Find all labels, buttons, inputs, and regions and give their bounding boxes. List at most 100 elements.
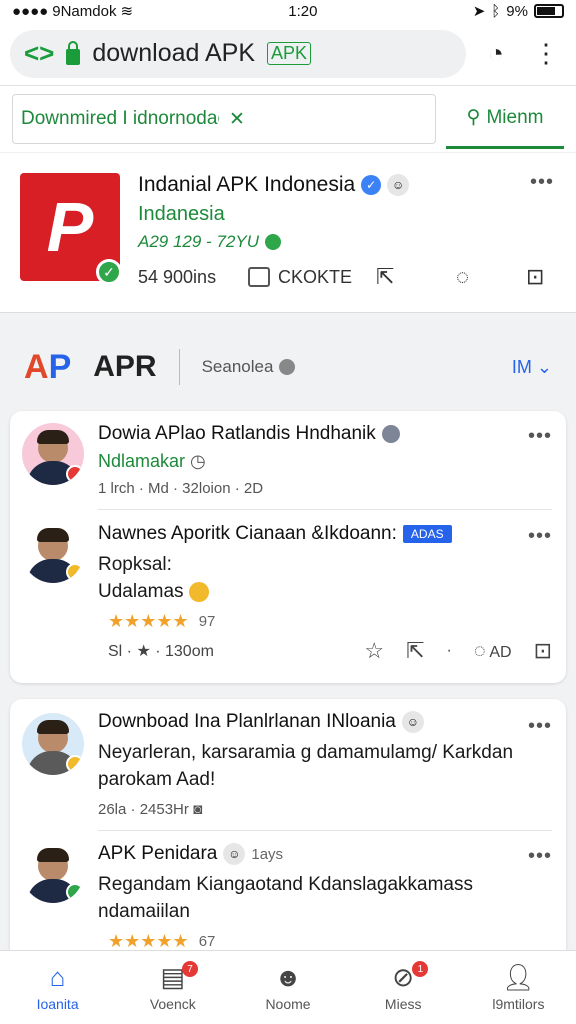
post-time: 1ays — [251, 845, 284, 863]
comment-count: AD — [489, 643, 512, 661]
post-title[interactable]: Nawnes Aporitk Cianaan &Ikdoann: — [98, 523, 397, 545]
post-title[interactable]: Dowia APlao Ratlandis Hndhanik — [98, 423, 376, 445]
app-card[interactable]: P ✓ ••• Indanial APK Indonesia ✓ ☺ Indan… — [0, 153, 576, 313]
nav-profile[interactable]: ☻ Noome — [230, 951, 345, 1024]
rating-value: 67 — [198, 933, 216, 950]
post-meta: Sl · ★ · 130om — [108, 643, 214, 660]
dot-icon: · — [446, 642, 452, 659]
search-icon: ⚲ — [466, 107, 481, 128]
save-icon[interactable]: ⊡ — [526, 264, 544, 290]
emoji-icon: ☺ — [223, 843, 246, 865]
carrier-label: 9Namdok — [52, 2, 117, 20]
tab-search[interactable]: ⚲ Mienm — [446, 89, 564, 149]
chat-icon[interactable]: ◌ AD — [474, 640, 512, 663]
tab-search-label: Mienm — [486, 106, 544, 128]
chat-icon: ◙ — [193, 801, 203, 818]
url-bar[interactable]: <> download APK APK — [10, 29, 466, 78]
post-title[interactable]: APK Penidara — [98, 843, 217, 865]
post-subtitle: Ndlamakar — [98, 451, 186, 471]
user-card-icon: ☻ — [274, 962, 302, 992]
ad-badge: ADAS — [402, 525, 452, 543]
url-text[interactable]: download APK — [92, 39, 255, 68]
emoji-icon — [188, 581, 209, 602]
divider — [178, 349, 180, 385]
star-rating-icon: ★★★★★ — [108, 611, 189, 631]
bluetooth-icon: ᛒ — [491, 2, 501, 20]
chat-icon[interactable]: ◌ — [456, 264, 526, 290]
notification-badge: 7 — [182, 961, 199, 977]
post-title[interactable]: Downboad Ina Planlrlanan INloania — [98, 711, 396, 733]
more-icon[interactable]: ••• — [530, 171, 554, 194]
close-icon[interactable]: ✕ — [229, 108, 427, 131]
rating: ★★★★★ 67 — [108, 931, 552, 952]
feed-card: Dowia APlao Ratlandis Hndhanik Ndlamakar… — [10, 411, 566, 683]
share-icon[interactable]: ⇱ — [376, 264, 456, 290]
more-icon[interactable]: ••• — [528, 425, 552, 448]
chevron-down-icon: ⌄ — [536, 356, 552, 377]
rating-value: 97 — [198, 613, 216, 630]
status-bar: ●●●● 9Namdok ≋ 1:20 ➤ ᛒ 9% — [0, 0, 576, 22]
avatar[interactable] — [22, 423, 84, 485]
check-icon: ✓ — [96, 259, 122, 285]
brand-logo: A P — [24, 347, 72, 386]
home-icon: ⌂ — [49, 962, 66, 992]
nav-home[interactable]: ⌂ Ioanita — [0, 951, 115, 1024]
more-icon[interactable]: ••• — [528, 525, 552, 548]
post-body-line2: Udalamas — [98, 581, 184, 602]
save-icon[interactable]: ⊡ — [534, 638, 552, 664]
avatar[interactable] — [22, 841, 84, 903]
home-icon[interactable]: <> — [24, 38, 54, 69]
divider — [98, 509, 552, 510]
person-icon: 👤︎ — [501, 962, 535, 992]
battery-icon — [533, 4, 564, 18]
post-body-line1: Ropksal: — [98, 554, 172, 575]
status-dot-icon — [264, 234, 281, 250]
clock-icon: ◷ — [190, 451, 206, 471]
star-icon[interactable]: ☆ — [364, 638, 384, 664]
signal-icon: ●●●● — [12, 2, 49, 20]
app-subtitle: Indanesia — [138, 203, 225, 225]
nav-feed[interactable]: ▤ 7 Voenck — [115, 951, 230, 1024]
list-item[interactable]: Dowia APlao Ratlandis Hndhanik Ndlamakar… — [10, 411, 566, 511]
emoji-icon: ☺ — [401, 711, 424, 733]
url-tag: APK — [267, 42, 312, 65]
avatar[interactable] — [22, 713, 84, 775]
search-query[interactable]: Downmired I idnornodacailaion — [21, 108, 219, 130]
more-icon[interactable]: ••• — [528, 845, 552, 868]
avatar[interactable] — [22, 521, 84, 583]
more-icon[interactable]: ••• — [528, 715, 552, 738]
search-row: Downmired I idnornodacailaion ✕ ⚲ Mienm — [0, 86, 576, 152]
post-meta: 26la · 2453Hr — [98, 801, 189, 818]
nav-account[interactable]: 👤︎ l9mtilors — [461, 951, 576, 1024]
brand-subtitle: Seanolea — [201, 357, 274, 376]
lock-icon — [66, 40, 81, 65]
nav-messages-label: Miess — [384, 995, 422, 1012]
list-item[interactable]: Nawnes Aporitk Cianaan &Ikdoann: ADAS Ro… — [10, 511, 566, 681]
language-select[interactable]: IM ⌄ — [512, 357, 552, 378]
wifi-icon: ≋ — [120, 3, 134, 20]
info-icon — [279, 359, 296, 375]
nav-account-label: l9mtilors — [492, 995, 545, 1012]
emoji-icon: ☺ — [387, 174, 410, 196]
comment-button[interactable]: CKOKTE — [248, 267, 376, 288]
tabs-icon[interactable]: ◔ — [476, 34, 516, 74]
app-meta: A29 129 - 72YU — [138, 232, 259, 251]
post-meta: 1 lrch · Md · 32loion · 2D — [98, 480, 264, 497]
comment-icon — [248, 267, 270, 287]
comment-label: CKOKTE — [278, 266, 353, 287]
brand-name: APR — [93, 350, 157, 383]
menu-icon[interactable]: ⋮ — [526, 34, 566, 74]
share-icon[interactable]: ⇱ — [406, 638, 424, 664]
search-input[interactable]: Downmired I idnornodacailaion ✕ — [12, 94, 436, 144]
notification-badge: 1 — [412, 961, 429, 977]
list-item[interactable]: Downboad Ina Planlrlanan INloania ☺ Neya… — [10, 699, 566, 831]
brand-header: A P APR Seanolea IM ⌄ — [0, 323, 576, 411]
app-title[interactable]: Indanial APK Indonesia — [138, 173, 355, 197]
star-rating-icon: ★★★★★ — [108, 931, 189, 951]
battery-percent: 9% — [506, 2, 528, 20]
verified-icon: ✓ — [361, 175, 382, 195]
bottom-navigation: ⌂ Ioanita ▤ 7 Voenck ☻ Noome ⊘ 1 Miess 👤… — [0, 950, 576, 1024]
verified-icon — [381, 425, 400, 443]
nav-messages[interactable]: ⊘ 1 Miess — [346, 951, 461, 1024]
nav-home-label: Ioanita — [36, 995, 79, 1012]
